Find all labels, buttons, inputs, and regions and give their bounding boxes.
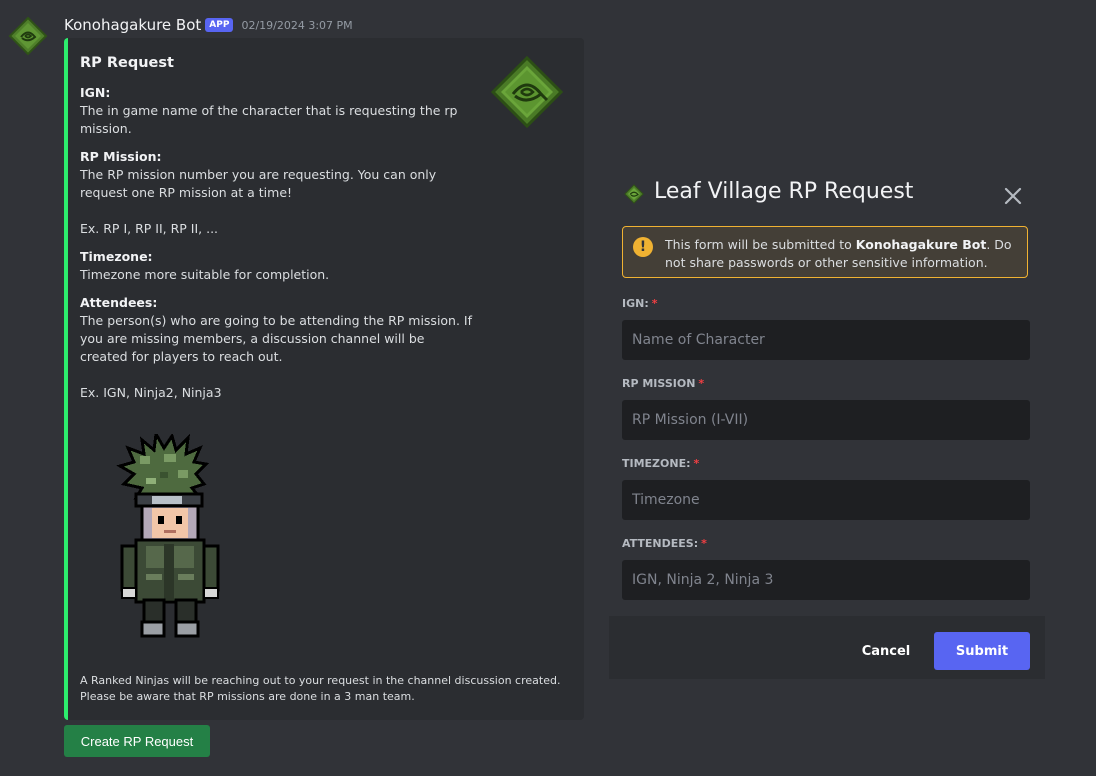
leaf-village-emblem-icon — [624, 184, 644, 204]
field-text: Ex. RP I, RP II, RP II, ... — [80, 221, 219, 236]
ninja-sprite — [116, 429, 220, 638]
rp-mission-label: RP MISSION * — [622, 377, 704, 390]
leaf-village-emblem-icon — [8, 16, 48, 56]
warning-text: This form will be submitted to Konohagak… — [665, 236, 1015, 272]
embed-field-rp-mission: RP Mission: The RP mission number you ar… — [80, 148, 480, 238]
warning-bot-name: Konohagakure Bot — [855, 237, 987, 252]
exclamation-icon: ! — [633, 237, 653, 257]
message-timestamp: 02/19/2024 3:07 PM — [241, 18, 353, 32]
embed-accent-bar — [64, 38, 68, 720]
bot-avatar[interactable] — [8, 16, 48, 56]
ign-label: IGN: * — [622, 297, 658, 310]
label-text: TIMEZONE: — [622, 457, 691, 470]
field-value: The RP mission number you are requesting… — [80, 166, 480, 238]
field-value: The in game name of the character that i… — [80, 102, 480, 138]
close-icon — [1004, 187, 1022, 205]
cancel-button[interactable]: Cancel — [849, 632, 923, 670]
field-name: Timezone: — [80, 249, 153, 264]
submit-button[interactable]: Submit — [934, 632, 1030, 670]
close-button[interactable] — [1002, 185, 1024, 207]
embed-field-ign: IGN: The in game name of the character t… — [80, 84, 480, 138]
field-name: IGN: — [80, 85, 111, 100]
leaf-village-emblem-icon — [490, 55, 564, 129]
warning-notice: ! This form will be submitted to Konohag… — [622, 226, 1028, 278]
embed-image-ninja[interactable] — [116, 429, 220, 646]
embed-title: RP Request — [80, 55, 174, 71]
field-value: Timezone more suitable for completion. — [80, 266, 480, 284]
bot-name[interactable]: Konohagakure Bot — [64, 16, 201, 34]
embed-field-attendees: Attendees: The person(s) who are going t… — [80, 294, 475, 402]
embed-field-timezone: Timezone: Timezone more suitable for com… — [80, 248, 480, 284]
label-text: RP MISSION — [622, 377, 696, 390]
embed-footer: A Ranked Ninjas will be reaching out to … — [80, 674, 561, 703]
field-text: The in game name of the character that i… — [80, 103, 458, 136]
field-text: The person(s) who are going to be attend… — [80, 313, 473, 364]
field-text: Timezone more suitable for completion. — [80, 267, 330, 282]
app-badge: APP — [205, 18, 234, 32]
message-header: Konohagakure Bot APP 02/19/2024 3:07 PM — [64, 15, 353, 35]
required-marker: * — [698, 377, 705, 390]
field-name: Attendees: — [80, 295, 158, 310]
modal-logo — [624, 184, 644, 204]
required-marker: * — [701, 537, 707, 550]
label-text: IGN: — [622, 297, 649, 310]
modal-title: Leaf Village RP Request — [654, 179, 914, 204]
attendees-input[interactable] — [622, 560, 1030, 600]
field-name: RP Mission: — [80, 149, 162, 164]
rp-request-modal: Leaf Village RP Request ! This form will… — [609, 163, 1045, 679]
timezone-input[interactable] — [622, 480, 1030, 520]
warning-prefix: This form will be submitted to — [665, 237, 856, 252]
ign-input[interactable] — [622, 320, 1030, 360]
rp-mission-input[interactable] — [622, 400, 1030, 440]
embed-card: RP Request IGN: The in game name of the … — [64, 38, 584, 720]
field-text: The RP mission number you are requesting… — [80, 167, 437, 200]
embed-thumbnail[interactable] — [490, 55, 564, 129]
field-text: Ex. IGN, Ninja2, Ninja3 — [80, 385, 222, 400]
attendees-label: ATTENDEES: * — [622, 537, 707, 550]
label-text: ATTENDEES: — [622, 537, 699, 550]
required-marker: * — [693, 457, 700, 470]
modal-footer: Cancel Submit — [609, 616, 1045, 679]
create-rp-request-button[interactable]: Create RP Request — [64, 725, 210, 757]
required-marker: * — [651, 297, 658, 310]
timezone-label: TIMEZONE: * — [622, 457, 699, 470]
field-value: The person(s) who are going to be attend… — [80, 312, 475, 402]
